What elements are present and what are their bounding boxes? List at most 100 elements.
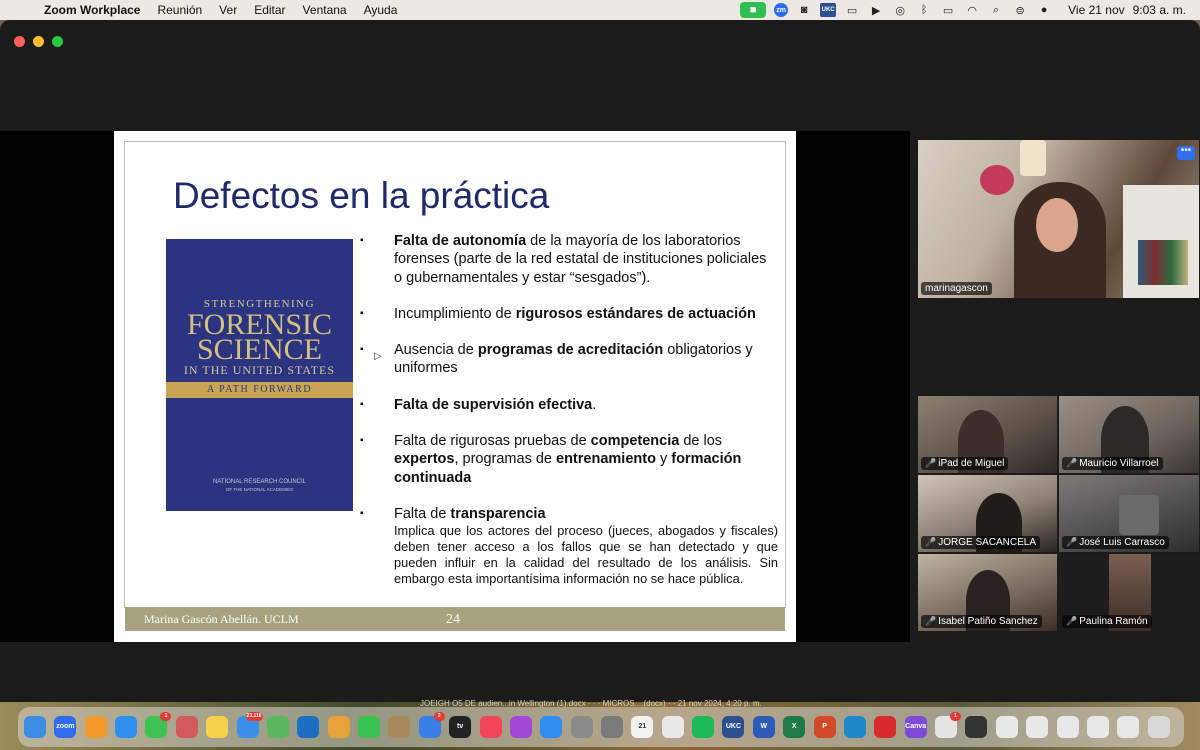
dock-window-6-icon[interactable] [1117, 716, 1140, 738]
bullet-marker: ▪ [360, 235, 364, 246]
bullet-marker: ▪ [360, 508, 364, 519]
dock-pages-icon[interactable] [84, 716, 107, 738]
bullet-text: y [655, 451, 672, 468]
menu-ventana[interactable]: Ventana [303, 3, 347, 17]
siri-icon[interactable]: ● [1036, 3, 1052, 17]
airdrop-icon[interactable]: ◎ [892, 3, 908, 17]
zoom-video-icon[interactable]: ■ [740, 2, 767, 18]
more-options-icon[interactable]: ••• [1177, 146, 1195, 160]
mouse-cursor-icon: ▷ [374, 351, 382, 362]
dock-tv-icon[interactable]: tv [449, 716, 472, 738]
dock-launchpad-icon[interactable] [175, 716, 198, 738]
dock-window-2-icon[interactable] [995, 716, 1018, 738]
dock-chrome-icon[interactable] [661, 716, 684, 738]
bullet-marker: ▪ [360, 308, 364, 319]
dock-facetime-icon[interactable] [358, 716, 381, 738]
dock-safari-icon[interactable] [115, 716, 138, 738]
dock-keynote-icon[interactable] [540, 716, 563, 738]
dock-preview-icon[interactable]: 1 [935, 712, 962, 738]
mic-muted-icon: 🎤 [1066, 537, 1078, 547]
participant-name: 🎤 Isabel Patiño Sanchez [921, 615, 1042, 628]
menu-time[interactable]: 9:03 a. m. [1133, 3, 1186, 17]
notification-badge: 2 [433, 712, 445, 721]
dock-music-icon[interactable] [479, 716, 502, 738]
dock-excel-icon[interactable]: X [783, 716, 806, 738]
slide-page-number: 24 [446, 612, 460, 627]
dock-word-icon[interactable]: W [752, 716, 775, 738]
dock-outlook-icon[interactable] [297, 716, 320, 738]
participant-name-text: JORGE SACANCELA [938, 537, 1037, 548]
slide-title: Defectos en la práctica [173, 175, 550, 216]
mic-muted-icon: 🎤 [925, 616, 937, 626]
dock-podcasts-icon[interactable] [509, 716, 532, 738]
mic-muted-icon: 🎤 [1066, 458, 1078, 468]
participant-name-text: Isabel Patiño Sanchez [938, 616, 1038, 627]
dock-mail-icon[interactable]: 23.116 [236, 712, 263, 738]
dock-photos-icon[interactable] [327, 716, 350, 738]
close-window-button[interactable] [14, 36, 25, 47]
mic-muted-icon: 🎤 [1066, 616, 1078, 626]
bluetooth-icon[interactable]: ᛒ [916, 3, 932, 17]
bullet-bold-text: entrenamiento [556, 451, 656, 468]
participant-name-text: iPad de Miguel [938, 458, 1005, 469]
camera-capture-icon[interactable]: ◙ [796, 3, 812, 17]
dock-acrobat-icon[interactable] [874, 716, 897, 738]
dock-window-1-icon[interactable] [965, 716, 988, 738]
fullscreen-window-button[interactable] [52, 36, 63, 47]
dock-notes-icon[interactable] [206, 716, 229, 738]
participant-tile[interactable]: 🎤 JORGE SACANCELA [918, 475, 1057, 552]
dock-zoom-icon[interactable]: zoom [54, 716, 77, 738]
dock-archive-icon[interactable] [388, 716, 411, 738]
participant-name: 🎤 Paulina Ramón [1062, 615, 1152, 628]
dock-activity-icon[interactable] [601, 716, 623, 738]
control-center-icon[interactable]: ⊜ [1012, 3, 1028, 17]
speaker-video-tile[interactable]: ••• marinagascon [918, 140, 1199, 298]
dock-window-3-icon[interactable] [1026, 716, 1049, 738]
participant-tile[interactable]: 🎤 José Luis Carrasco [1059, 475, 1199, 552]
spotlight-icon[interactable]: ⌕ [988, 3, 1004, 17]
slide-footer: Marina Gascón Abellán. UCLM 24 [125, 607, 785, 631]
dock-edge-icon[interactable] [843, 716, 866, 738]
participant-tile[interactable]: 🎤 iPad de Miguel [918, 396, 1057, 473]
dock-finder-icon[interactable] [24, 716, 46, 738]
dock-maps-icon[interactable] [266, 716, 289, 738]
dock-settings-icon[interactable] [570, 716, 593, 738]
menu-reunion[interactable]: Reunión [157, 3, 202, 17]
play-icon[interactable]: ▶ [868, 3, 884, 17]
slide-frame: Defectos en la práctica STRENGTHENING FO… [124, 141, 786, 631]
bullet-bold-text: programas de acreditación [477, 342, 664, 358]
menu-app-name[interactable]: Zoom Workplace [44, 3, 140, 17]
participant-tile[interactable]: 🎤 Mauricio Villarroel [1059, 396, 1199, 473]
dock-powerpoint-icon[interactable]: P [813, 716, 836, 738]
menu-ver[interactable]: Ver [219, 3, 237, 17]
bullet-bold-text: Falta de supervisión efectiva [394, 397, 593, 413]
zoom-menu-icon[interactable]: zm [774, 3, 789, 17]
participant-tile[interactable]: 🎤 Isabel Patiño Sanchez [918, 554, 1057, 631]
dock-trash-icon[interactable] [1147, 716, 1170, 738]
minimize-window-button[interactable] [33, 36, 44, 47]
bullet-text: , programas de [454, 451, 557, 468]
screen-mirror-icon[interactable]: ▭ [844, 3, 860, 17]
dock-window-4-icon[interactable] [1056, 716, 1079, 738]
shared-slide: Defectos en la práctica STRENGTHENING FO… [114, 131, 796, 642]
dock-window-5-icon[interactable] [1086, 716, 1109, 738]
menu-editar[interactable]: Editar [254, 3, 285, 17]
dock-calendar-icon[interactable]: 21 [631, 716, 654, 738]
bullet-marker: ▪ [360, 399, 364, 410]
participant-tile[interactable]: 🎤 Paulina Ramón [1059, 554, 1199, 631]
book-cover-image: STRENGTHENING FORENSIC SCIENCE IN THE UN… [166, 239, 353, 511]
participant-name-text: Paulina Ramón [1079, 616, 1148, 627]
wifi-icon[interactable]: ◠ [964, 3, 980, 17]
menu-date[interactable]: Vie 21 nov [1068, 3, 1125, 17]
participant-background [1119, 495, 1159, 535]
dock-messages-icon[interactable]: 1 [145, 712, 172, 738]
ukc-icon[interactable]: UKC [820, 3, 837, 17]
dock-app-store-icon[interactable]: 2 [418, 712, 445, 738]
dock-canva-icon[interactable]: Canva [904, 716, 927, 738]
notification-badge: 1 [950, 712, 962, 721]
dock-spotify-icon[interactable] [692, 716, 715, 738]
battery-icon[interactable]: ▭ [940, 3, 956, 17]
mic-muted-icon: 🎤 [925, 537, 937, 547]
dock-ukc-icon[interactable]: UKC [722, 716, 745, 738]
menu-ayuda[interactable]: Ayuda [364, 3, 398, 17]
